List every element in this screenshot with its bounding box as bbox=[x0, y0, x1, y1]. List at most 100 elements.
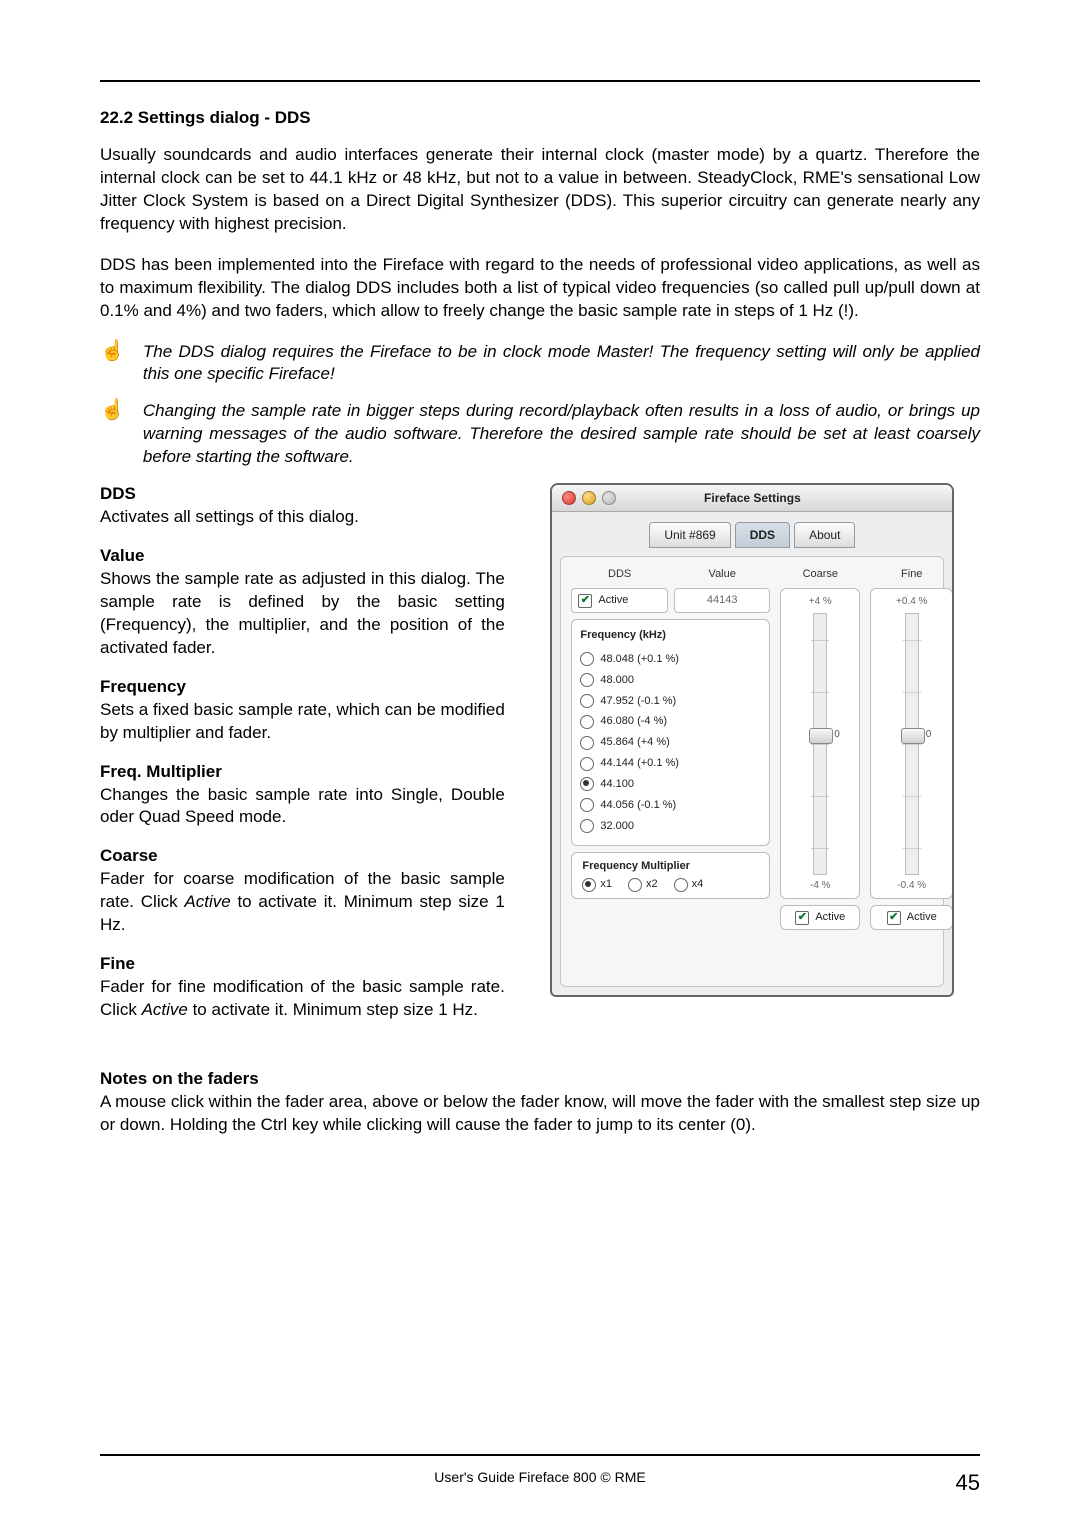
radio-icon bbox=[628, 878, 642, 892]
multiplier-option[interactable]: x2 bbox=[628, 877, 658, 892]
notes-faders-title: Notes on the faders bbox=[100, 1068, 980, 1091]
multiplier-option[interactable]: x4 bbox=[674, 877, 704, 892]
frequency-option-label: 44.144 (+0.1 %) bbox=[600, 756, 679, 771]
radio-icon bbox=[580, 694, 594, 708]
fine-header: Fine bbox=[870, 567, 953, 582]
frequency-group-title: Frequency (kHz) bbox=[580, 628, 761, 643]
fine-zero-label: 0 bbox=[926, 728, 932, 742]
def-multiplier-title: Freq. Multiplier bbox=[100, 761, 505, 784]
tab-about[interactable]: About bbox=[794, 522, 855, 548]
dds-panel: DDS Value Coarse Fine ✔ Active 44143 bbox=[560, 556, 944, 987]
fine-fader[interactable]: +0.4 % 0 -0.4 % bbox=[870, 588, 953, 899]
fine-active-label: Active bbox=[907, 910, 937, 925]
radio-icon bbox=[580, 819, 594, 833]
note-2: Changing the sample rate in bigger steps… bbox=[143, 400, 980, 469]
def-frequency-text: Sets a fixed basic sample rate, which ca… bbox=[100, 699, 505, 745]
def-frequency-title: Frequency bbox=[100, 676, 505, 699]
zoom-icon[interactable] bbox=[602, 491, 616, 505]
bottom-rule bbox=[100, 1454, 980, 1456]
radio-icon bbox=[580, 757, 594, 771]
checkmark-icon: ✔ bbox=[887, 911, 901, 925]
radio-icon bbox=[582, 878, 596, 892]
minimize-icon[interactable] bbox=[582, 491, 596, 505]
note-1: The DDS dialog requires the Fireface to … bbox=[143, 341, 980, 387]
def-multiplier-text: Changes the basic sample rate into Singl… bbox=[100, 784, 505, 830]
def-fine-text: Fader for fine modification of the basic… bbox=[100, 976, 505, 1022]
section-title: 22.2 Settings dialog - DDS bbox=[100, 107, 980, 130]
multiplier-group-title: Frequency Multiplier bbox=[582, 859, 759, 874]
def-fine-suffix: to activate it. Minimum step size 1 Hz. bbox=[188, 1000, 478, 1019]
coarse-fader-thumb[interactable] bbox=[809, 728, 833, 744]
coarse-fader[interactable]: +4 % 0 -4 % bbox=[780, 588, 860, 899]
radio-icon bbox=[580, 673, 594, 687]
radio-icon bbox=[580, 798, 594, 812]
frequency-option[interactable]: 32.000 bbox=[580, 816, 761, 837]
radio-icon bbox=[580, 715, 594, 729]
multiplier-option-label: x2 bbox=[646, 877, 658, 892]
frequency-option[interactable]: 44.056 (-0.1 %) bbox=[580, 795, 761, 816]
frequency-group: Frequency (kHz) 48.048 (+0.1 %) 48.000 47.… bbox=[571, 619, 770, 845]
tab-unit[interactable]: Unit #869 bbox=[649, 522, 730, 548]
multiplier-option-label: x4 bbox=[692, 877, 704, 892]
def-coarse-text: Fader for coarse modification of the bas… bbox=[100, 868, 505, 937]
definitions-column: DDS Activates all settings of this dialo… bbox=[100, 483, 505, 1038]
coarse-active-checkbox[interactable]: ✔ Active bbox=[780, 905, 860, 930]
def-coarse-title: Coarse bbox=[100, 845, 505, 868]
tab-bar: Unit #869 DDS About bbox=[552, 512, 952, 548]
frequency-option-label: 46.080 (-4 %) bbox=[600, 714, 667, 729]
fine-active-checkbox[interactable]: ✔ Active bbox=[870, 905, 953, 930]
fine-max-label: +0.4 % bbox=[896, 595, 927, 609]
settings-dialog: Fireface Settings Unit #869 DDS About DD… bbox=[550, 483, 954, 997]
footer-text: User's Guide Fireface 800 © RME bbox=[434, 1468, 645, 1487]
frequency-option-label: 45.864 (+4 %) bbox=[600, 735, 669, 750]
radio-icon bbox=[580, 652, 594, 666]
intro-paragraph-2: DDS has been implemented into the Firefa… bbox=[100, 254, 980, 323]
radio-icon bbox=[580, 777, 594, 791]
radio-icon bbox=[674, 878, 688, 892]
tab-dds[interactable]: DDS bbox=[735, 522, 790, 548]
frequency-option-label: 44.100 bbox=[600, 777, 634, 792]
radio-icon bbox=[580, 736, 594, 750]
notes-faders-text: A mouse click within the fader area, abo… bbox=[100, 1091, 980, 1137]
hand-icon: ☝ bbox=[100, 400, 125, 420]
multiplier-option[interactable]: x1 bbox=[582, 877, 612, 892]
def-value-text: Shows the sample rate as adjusted in thi… bbox=[100, 568, 505, 660]
frequency-option[interactable]: 46.080 (-4 %) bbox=[580, 711, 761, 732]
frequency-option[interactable]: 47.952 (-0.1 %) bbox=[580, 691, 761, 712]
frequency-option-label: 32.000 bbox=[600, 819, 634, 834]
coarse-max-label: +4 % bbox=[809, 595, 832, 609]
def-dds-title: DDS bbox=[100, 483, 505, 506]
coarse-header: Coarse bbox=[780, 567, 860, 582]
value-readout: 44143 bbox=[674, 588, 771, 613]
frequency-option[interactable]: 45.864 (+4 %) bbox=[580, 732, 761, 753]
frequency-option[interactable]: 44.144 (+0.1 %) bbox=[580, 753, 761, 774]
dds-active-checkbox[interactable]: ✔ Active bbox=[571, 588, 668, 613]
window-titlebar[interactable]: Fireface Settings bbox=[552, 485, 952, 512]
value-header: Value bbox=[674, 567, 771, 582]
window-title: Fireface Settings bbox=[704, 490, 801, 506]
multiplier-option-label: x1 bbox=[600, 877, 612, 892]
coarse-min-label: -4 % bbox=[810, 879, 831, 893]
frequency-option-label: 44.056 (-0.1 %) bbox=[600, 798, 676, 813]
page-number: 45 bbox=[956, 1468, 980, 1498]
def-value-title: Value bbox=[100, 545, 505, 568]
frequency-option[interactable]: 48.048 (+0.1 %) bbox=[580, 649, 761, 670]
close-icon[interactable] bbox=[562, 491, 576, 505]
fine-fader-thumb[interactable] bbox=[901, 728, 925, 744]
frequency-option-label: 48.048 (+0.1 %) bbox=[600, 652, 679, 667]
coarse-zero-label: 0 bbox=[834, 728, 840, 742]
def-dds-text: Activates all settings of this dialog. bbox=[100, 506, 505, 529]
coarse-active-label: Active bbox=[815, 910, 845, 925]
frequency-option[interactable]: 44.100 bbox=[580, 774, 761, 795]
intro-paragraph-1: Usually soundcards and audio interfaces … bbox=[100, 144, 980, 236]
checkmark-icon: ✔ bbox=[578, 594, 592, 608]
hand-icon: ☝ bbox=[100, 341, 125, 361]
dds-header: DDS bbox=[571, 567, 668, 582]
frequency-option[interactable]: 48.000 bbox=[580, 670, 761, 691]
dds-active-label: Active bbox=[598, 593, 628, 608]
checkmark-icon: ✔ bbox=[795, 911, 809, 925]
def-fine-title: Fine bbox=[100, 953, 505, 976]
def-fine-active: Active bbox=[142, 1000, 188, 1019]
frequency-option-label: 48.000 bbox=[600, 673, 634, 688]
fine-min-label: -0.4 % bbox=[897, 879, 926, 893]
